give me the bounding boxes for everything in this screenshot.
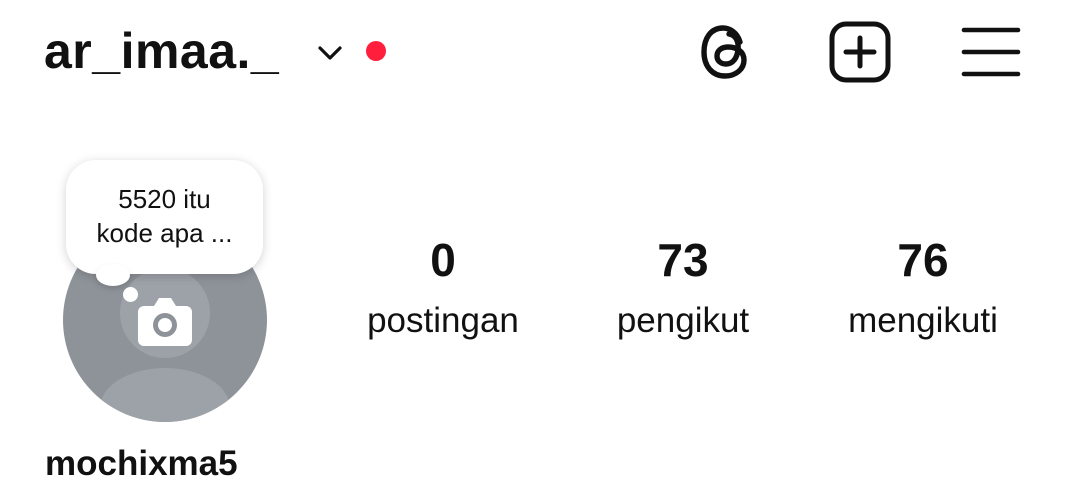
note-bubble-tail-small	[123, 287, 138, 302]
stat-followers[interactable]: 73 pengikut	[563, 232, 803, 344]
stat-followers-label: pengikut	[616, 301, 750, 340]
stat-posts-label: postingan	[367, 301, 519, 340]
threads-icon[interactable]	[696, 20, 760, 84]
stat-posts-count: 0	[430, 234, 456, 286]
hamburger-menu-icon[interactable]	[960, 22, 1022, 82]
note-text-line-1: 5520 itu	[118, 184, 211, 214]
profile-header: ar_imaa._	[0, 0, 1080, 110]
stat-posts[interactable]: 0 postingan	[323, 232, 563, 344]
plus-square-icon[interactable]	[828, 20, 892, 84]
note-text-line-2: kode apa ...	[96, 218, 233, 248]
display-name: mochixma5	[45, 444, 238, 483]
chevron-down-icon[interactable]	[316, 44, 344, 62]
avatar-placeholder-body	[100, 368, 230, 422]
stat-following-label: mengikuti	[848, 301, 998, 340]
notification-dot	[366, 41, 386, 61]
stat-followers-count: 73	[657, 234, 709, 286]
stat-following-count: 76	[897, 234, 949, 286]
username-title[interactable]: ar_imaa._	[44, 22, 279, 80]
note-bubble[interactable]: 5520 itu kode apa ...	[66, 160, 263, 274]
stat-following[interactable]: 76 mengikuti	[803, 232, 1043, 344]
note-bubble-tail	[96, 264, 130, 286]
camera-icon	[138, 298, 192, 346]
